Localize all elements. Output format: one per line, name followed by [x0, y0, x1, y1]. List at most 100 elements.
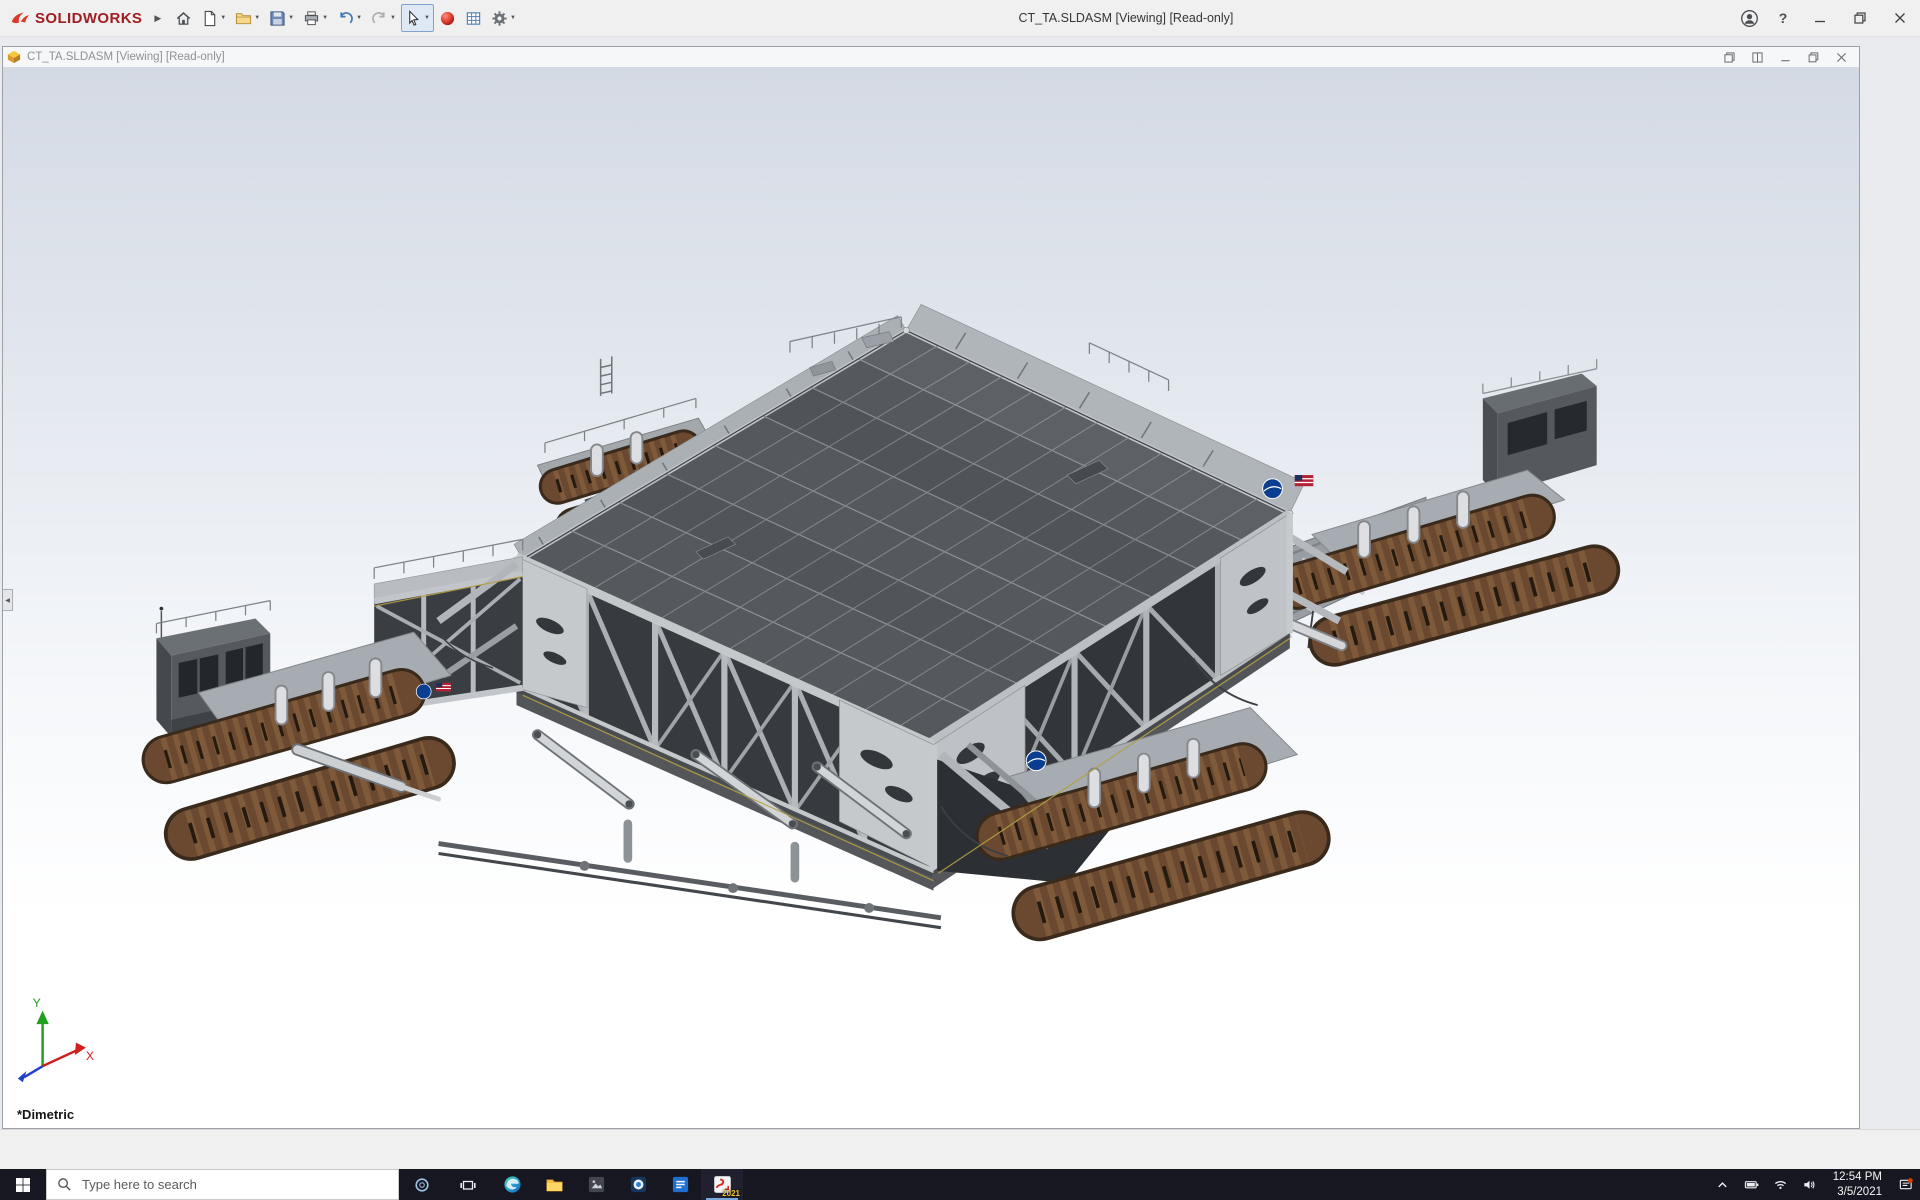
model-crawler-transporter[interactable] — [156, 304, 1596, 927]
search-input[interactable] — [80, 1176, 388, 1193]
quick-access-toolbar: ▼ ▼ ▼ ▼ — [171, 4, 520, 32]
new-document-button[interactable]: ▼ — [197, 4, 230, 32]
save-icon — [269, 10, 286, 27]
tray-network[interactable] — [1766, 1169, 1795, 1200]
dropdown-caret[interactable]: ▼ — [254, 15, 260, 21]
redo-icon — [371, 10, 388, 27]
edge-browser-icon — [503, 1175, 522, 1194]
document-window-controls — [1724, 52, 1855, 63]
task-view-button[interactable] — [445, 1169, 491, 1200]
tray-volume[interactable] — [1795, 1169, 1824, 1200]
clock-date: 3/5/2021 — [1837, 1185, 1882, 1199]
dropdown-caret[interactable]: ▼ — [390, 15, 396, 21]
taskbar-app-2[interactable] — [617, 1169, 659, 1200]
cortana-button[interactable] — [399, 1169, 445, 1200]
solidworks-brand: SOLIDWORKS — [0, 10, 148, 27]
model-render: X Y — [3, 67, 1859, 1128]
taskbar: 2021 — [0, 1169, 1920, 1200]
undo-button[interactable]: ▼ — [333, 4, 366, 32]
taskbar-search[interactable] — [46, 1169, 399, 1200]
taskbar-app-edge[interactable] — [491, 1169, 533, 1200]
3dexperience-button[interactable] — [435, 4, 460, 32]
splitter-arrow-icon: ◀ — [5, 597, 10, 604]
system-tray: 12:54 PM 3/5/2021 — [1708, 1169, 1920, 1200]
dropdown-caret[interactable]: ▼ — [356, 15, 362, 21]
cortana-icon — [414, 1177, 430, 1193]
tray-battery[interactable] — [1737, 1169, 1766, 1200]
photos-app-icon — [587, 1175, 606, 1194]
save-button[interactable]: ▼ — [265, 4, 298, 32]
search-icon — [57, 1177, 72, 1192]
close-icon — [1836, 52, 1847, 63]
cascade-icon — [1724, 52, 1735, 63]
taskbar-app-solidworks[interactable]: 2021 — [701, 1169, 743, 1200]
lens-app-icon — [629, 1175, 648, 1194]
dropdown-caret[interactable]: ▼ — [424, 15, 430, 21]
tray-expand-button[interactable] — [1708, 1169, 1737, 1200]
status-bar — [0, 1129, 1920, 1170]
taskbar-app-1[interactable] — [575, 1169, 617, 1200]
view-orientation-label: *Dimetric — [17, 1107, 74, 1122]
action-center-button[interactable] — [1891, 1169, 1920, 1200]
restore-button[interactable] — [1840, 0, 1880, 36]
task-view-icon — [460, 1177, 476, 1193]
document-title: CT_TA.SLDASM [Viewing] [Read-only] — [27, 51, 225, 63]
titlebar-right-controls: ? — [1732, 0, 1920, 36]
doc-close-button[interactable] — [1836, 52, 1847, 63]
start-button[interactable] — [0, 1169, 46, 1200]
featuremanager-splitter[interactable]: ◀ — [3, 589, 13, 611]
triad-x-label: X — [86, 1049, 94, 1063]
minimize-button[interactable] — [1800, 0, 1840, 36]
dropdown-caret[interactable]: ▼ — [322, 15, 328, 21]
document-titlebar[interactable]: CT_TA.SLDASM [Viewing] [Read-only] — [3, 47, 1859, 68]
minimize-icon — [1780, 52, 1791, 63]
close-button[interactable] — [1880, 0, 1920, 36]
undo-icon — [337, 10, 354, 27]
doc-restore-button[interactable] — [1808, 52, 1819, 63]
app-window-title: CT_TA.SLDASM [Viewing] [Read-only] — [520, 11, 1732, 25]
taskbar-app-file-explorer[interactable] — [533, 1169, 575, 1200]
help-button[interactable]: ? — [1766, 0, 1800, 36]
brand-text: SOLIDWORKS — [35, 10, 142, 27]
restore-icon — [1854, 12, 1866, 24]
assembly-document-icon — [7, 50, 21, 64]
help-icon: ? — [1779, 10, 1788, 26]
home-icon — [175, 10, 192, 27]
print-button[interactable]: ▼ — [299, 4, 332, 32]
open-folder-icon — [235, 10, 252, 27]
doc-minimize-button[interactable] — [1780, 52, 1791, 63]
gear-icon — [491, 10, 508, 27]
restore-icon — [1808, 52, 1819, 63]
properties-button[interactable] — [461, 4, 486, 32]
app-titlebar: SOLIDWORKS ▶ ▼ ▼ — [0, 0, 1920, 37]
document-window: CT_TA.SLDASM [Viewing] [Read-only] — [2, 46, 1860, 1129]
taskbar-app-3[interactable] — [659, 1169, 701, 1200]
file-explorer-icon — [545, 1175, 564, 1194]
minimize-icon — [1814, 12, 1826, 24]
close-icon — [1894, 12, 1906, 24]
battery-icon — [1744, 1177, 1759, 1192]
clock-time: 12:54 PM — [1833, 1170, 1882, 1184]
print-icon — [303, 10, 320, 27]
options-button[interactable]: ▼ — [487, 4, 520, 32]
red-sphere-icon — [439, 10, 456, 27]
solidworks-year-badge: 2021 — [722, 1189, 740, 1198]
new-document-icon — [201, 10, 218, 27]
doc-cascade-button[interactable] — [1724, 52, 1735, 63]
user-account-button[interactable] — [1732, 0, 1766, 36]
speaker-icon — [1802, 1177, 1817, 1192]
document-app-icon — [671, 1175, 690, 1194]
select-tool-button[interactable]: ▼ — [401, 4, 434, 32]
person-icon — [1740, 9, 1759, 28]
doc-tile-button[interactable] — [1752, 52, 1763, 63]
home-button[interactable] — [171, 4, 196, 32]
windows-logo-icon — [15, 1177, 31, 1193]
graphics-viewport[interactable]: X Y ◀ *Dimetric — [3, 67, 1859, 1128]
dropdown-caret[interactable]: ▼ — [220, 15, 226, 21]
redo-button[interactable]: ▼ — [367, 4, 400, 32]
menu-flyout-arrow[interactable]: ▶ — [148, 13, 167, 24]
dropdown-caret[interactable]: ▼ — [510, 15, 516, 21]
open-button[interactable]: ▼ — [231, 4, 264, 32]
dropdown-caret[interactable]: ▼ — [288, 15, 294, 21]
taskbar-clock[interactable]: 12:54 PM 3/5/2021 — [1824, 1169, 1891, 1200]
